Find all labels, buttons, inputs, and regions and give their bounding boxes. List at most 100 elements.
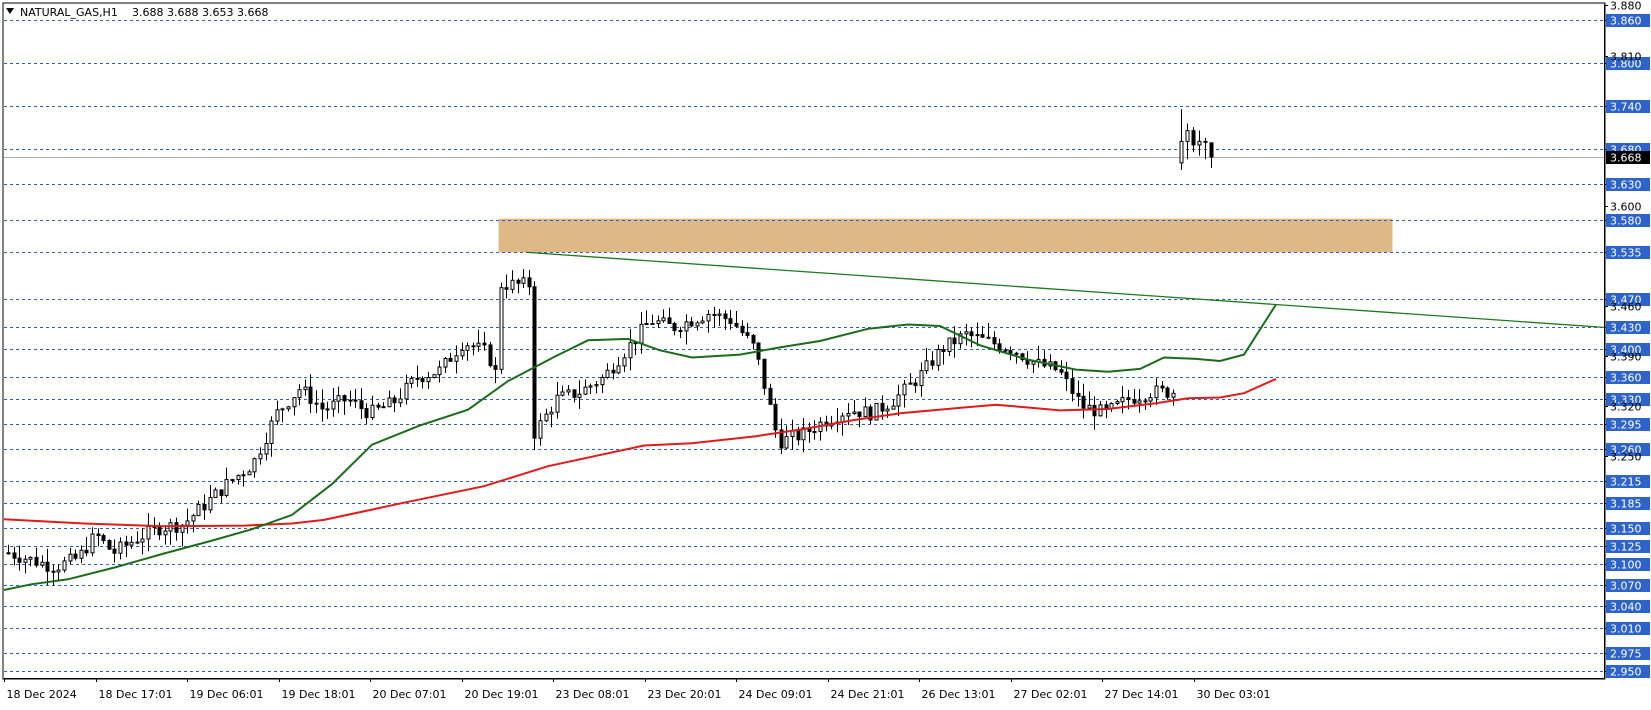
candle-body bbox=[1209, 142, 1214, 158]
time-axis-label: 19 Dec 18:01 bbox=[282, 688, 356, 701]
resistance-zone bbox=[498, 218, 1393, 253]
candle-body bbox=[1098, 404, 1103, 417]
candle-body bbox=[913, 382, 918, 387]
price-level-label: 2.975 bbox=[1610, 648, 1642, 661]
price-axis-tick-label: 3.390 bbox=[1610, 351, 1642, 364]
candle-body bbox=[1064, 371, 1069, 380]
candle-body bbox=[572, 389, 577, 398]
candle-body bbox=[359, 400, 364, 410]
candle-body bbox=[1120, 397, 1125, 403]
candle-body bbox=[622, 357, 627, 367]
candle-body bbox=[1154, 385, 1159, 399]
candle-body bbox=[101, 535, 106, 542]
candle-body bbox=[1160, 385, 1165, 389]
candle-body bbox=[1003, 349, 1008, 352]
candle-body bbox=[28, 556, 33, 560]
candle-body bbox=[124, 541, 129, 546]
candle-body bbox=[1115, 401, 1120, 404]
candle-body bbox=[616, 365, 621, 374]
candle-body bbox=[1137, 400, 1142, 404]
candle-body bbox=[1008, 349, 1013, 354]
candle-body bbox=[1059, 369, 1064, 373]
price-axis-tick-label: 3.810 bbox=[1610, 51, 1642, 64]
candle-body bbox=[303, 386, 308, 391]
candle-body bbox=[1081, 395, 1086, 409]
candle-body bbox=[275, 409, 280, 422]
time-axis-label: 20 Dec 07:01 bbox=[373, 688, 447, 701]
candle-body bbox=[443, 357, 448, 368]
candle-body bbox=[286, 406, 291, 410]
price-level-label: 3.125 bbox=[1610, 541, 1642, 554]
candle-body bbox=[387, 397, 392, 408]
candle-body bbox=[320, 402, 325, 410]
candle-body bbox=[342, 395, 347, 402]
candle-body bbox=[644, 322, 649, 325]
candle-body bbox=[129, 541, 134, 546]
candle-body bbox=[23, 558, 28, 563]
candle-body bbox=[650, 322, 655, 325]
candle-body bbox=[404, 382, 409, 400]
time-axis-label: 27 Dec 02:01 bbox=[1014, 688, 1088, 701]
candle-body bbox=[314, 402, 319, 405]
candle-body bbox=[465, 345, 470, 351]
candle-body bbox=[135, 541, 140, 544]
candle-body bbox=[146, 525, 151, 540]
candle-body bbox=[560, 391, 565, 396]
candle-body bbox=[880, 402, 885, 412]
candle-body bbox=[460, 349, 465, 357]
candle-body bbox=[6, 552, 11, 555]
candle-body bbox=[695, 322, 700, 327]
current-price-label: 3.668 bbox=[1610, 152, 1642, 165]
candle-body bbox=[1092, 404, 1097, 417]
candle-body bbox=[936, 349, 941, 366]
candle-body bbox=[264, 442, 269, 455]
candle-body bbox=[527, 277, 532, 288]
candle-body bbox=[40, 561, 45, 566]
price-level-label: 3.430 bbox=[1610, 322, 1642, 335]
candle-body bbox=[751, 334, 756, 344]
price-level-label: 3.010 bbox=[1610, 623, 1642, 636]
price-axis-tick-label: 3.600 bbox=[1610, 201, 1642, 214]
candle-body bbox=[734, 322, 739, 327]
candle-body bbox=[476, 342, 481, 347]
candle-body bbox=[163, 530, 168, 536]
candle-body bbox=[292, 397, 297, 408]
candle-body bbox=[544, 413, 549, 422]
candle-body bbox=[969, 331, 974, 337]
price-level-label: 3.100 bbox=[1610, 559, 1642, 572]
candle-body bbox=[919, 370, 924, 387]
candle-body bbox=[796, 430, 801, 441]
candle-body bbox=[297, 389, 302, 399]
candle-body bbox=[308, 386, 313, 404]
candle-body bbox=[992, 337, 997, 345]
candle-body bbox=[857, 411, 862, 418]
candle-body bbox=[112, 548, 117, 554]
candle-body bbox=[678, 330, 683, 333]
time-axis-label: 24 Dec 09:01 bbox=[739, 688, 813, 701]
candle-body bbox=[348, 399, 353, 402]
candle-body bbox=[432, 374, 437, 379]
candle-body bbox=[437, 366, 442, 376]
candle-body bbox=[1171, 392, 1176, 398]
candle-body bbox=[398, 398, 403, 404]
candle-body bbox=[952, 337, 957, 345]
candle-body bbox=[471, 345, 476, 348]
candle-body bbox=[45, 561, 50, 572]
candle-body bbox=[415, 377, 420, 380]
candle-body bbox=[577, 393, 582, 398]
candle-body bbox=[426, 377, 431, 383]
price-level-label: 2.950 bbox=[1610, 666, 1642, 679]
candle-body bbox=[745, 332, 750, 336]
candle-body bbox=[672, 322, 677, 332]
candle-body bbox=[689, 321, 694, 327]
candle-body bbox=[997, 343, 1002, 351]
candle-body bbox=[941, 349, 946, 352]
time-axis-label: 23 Dec 08:01 bbox=[556, 688, 630, 701]
candle-body bbox=[611, 369, 616, 374]
candle-body bbox=[392, 397, 397, 404]
candle-body bbox=[549, 411, 554, 415]
chart-area: 3.860 3.800 3.740 3.680 3.630 3.580 3.535 3.470… bbox=[0, 0, 1651, 706]
candle-body bbox=[605, 369, 610, 378]
candle-body bbox=[140, 538, 145, 543]
candle-body bbox=[980, 334, 985, 338]
